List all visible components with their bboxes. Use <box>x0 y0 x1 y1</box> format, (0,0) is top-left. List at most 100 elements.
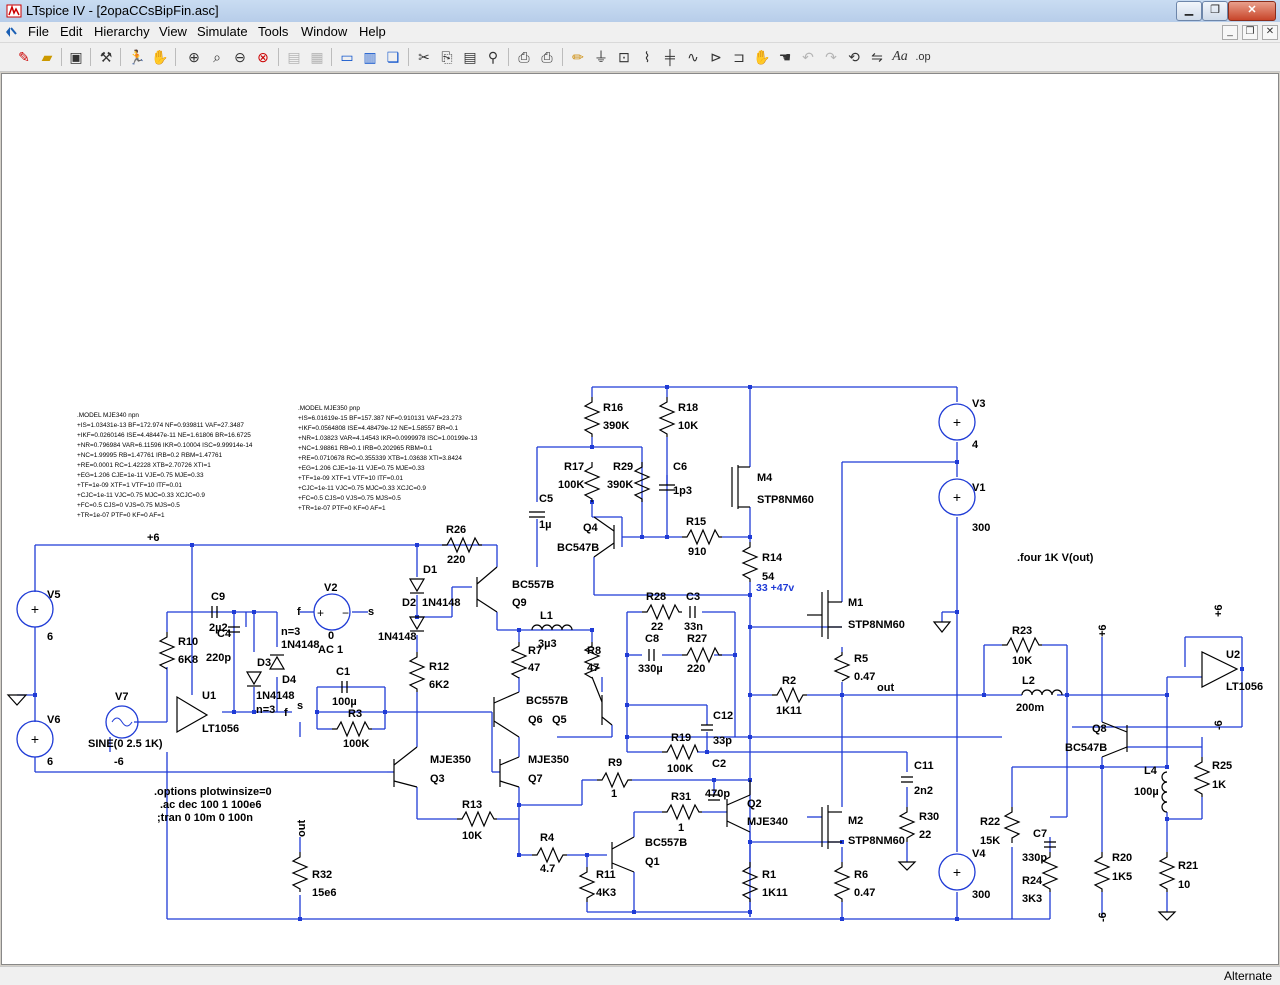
inductor-icon[interactable]: ∿ <box>683 47 703 67</box>
zoom-fit-icon[interactable]: ⊗ <box>253 47 273 67</box>
new-schematic-icon[interactable]: ✎ <box>14 47 34 67</box>
print-icon[interactable]: ⎙ <box>537 47 557 67</box>
minimize-button[interactable]: ▁ <box>1176 1 1202 21</box>
move-icon[interactable]: ✋ <box>752 47 772 67</box>
save-icon[interactable]: ▣ <box>66 47 86 67</box>
svg-text:+NR=0.796984 VAR=6.11596 IKR=0: +NR=0.796984 VAR=6.11596 IKR=0.10004 ISC… <box>77 442 253 449</box>
c6-name: C6 <box>673 461 687 473</box>
run-icon[interactable]: 🏃 <box>127 47 147 67</box>
c3-name: C3 <box>686 591 700 603</box>
label-net-icon[interactable]: ⊡ <box>614 47 634 67</box>
r18-val: 10K <box>678 420 698 432</box>
d4-n: n=3 <box>281 626 300 638</box>
menu-file[interactable]: File <box>28 24 49 39</box>
copy-icon[interactable]: ⎘ <box>437 47 457 67</box>
cut-icon[interactable]: ✂ <box>414 47 434 67</box>
spice-directive-icon[interactable]: .op <box>913 47 933 67</box>
q8-name: Q8 <box>1092 723 1107 735</box>
r22-name: R22 <box>980 816 1000 828</box>
plus6-label: +6 <box>147 532 160 544</box>
r32-name: R32 <box>312 869 332 881</box>
c4-name: C4 <box>217 628 232 640</box>
u2-neg: -6 <box>1213 720 1225 730</box>
v7-name: V7 <box>115 691 128 703</box>
svg-text:+TR=1e-07 PTF=0 KF=0 AF=1: +TR=1e-07 PTF=0 KF=0 AF=1 <box>298 505 386 512</box>
four-directive: .four 1K V(out) <box>1017 552 1094 564</box>
capacitor-icon[interactable]: ╪ <box>660 47 680 67</box>
q9-name: Q9 <box>512 597 527 609</box>
draw-wire-icon[interactable]: ✏ <box>568 47 588 67</box>
text-icon[interactable]: Aa <box>890 47 910 67</box>
svg-text:+NC=1.99995 RB=1.47761 IRB=0.2: +NC=1.99995 RB=1.47761 IRB=0.2 RBM=1.477… <box>77 452 223 459</box>
r20-name: R20 <box>1112 852 1132 864</box>
menu-view[interactable]: View <box>159 24 187 39</box>
document-icon[interactable] <box>4 24 20 40</box>
d1-val: 1N4148 <box>378 631 417 643</box>
c12-val: 33p <box>713 735 732 747</box>
r14-name: R14 <box>762 552 783 564</box>
menu-hierarchy[interactable]: Hierarchy <box>94 24 150 39</box>
cascade-icon[interactable]: ❏ <box>383 47 403 67</box>
svg-text:.MODEL MJE340 npn: .MODEL MJE340 npn <box>77 412 139 419</box>
close-button[interactable]: ✕ <box>1228 1 1276 21</box>
q4-name: Q4 <box>583 522 599 534</box>
grid-icon[interactable]: ▦ <box>307 47 327 67</box>
drag-icon[interactable]: ☚ <box>775 47 795 67</box>
menu-window[interactable]: Window <box>301 24 347 39</box>
f-net-label: f <box>284 707 288 719</box>
svg-text:+FC=0.5 CJS=0 VJS=0.75 MJS=0.5: +FC=0.5 CJS=0 VJS=0.75 MJS=0.5 <box>77 502 180 509</box>
paste-icon[interactable]: ▤ <box>460 47 480 67</box>
mdi-minimize-button[interactable]: _ <box>1222 25 1238 40</box>
v6-val: 6 <box>47 756 53 768</box>
tile-vertical-icon[interactable]: ▥ <box>360 47 380 67</box>
undo-icon[interactable]: ↶ <box>798 47 818 67</box>
diode-icon[interactable]: ⊳ <box>706 47 726 67</box>
menu-tools[interactable]: Tools <box>258 24 288 39</box>
menu-bar: File Edit Hierarchy View Simulate Tools … <box>0 22 1280 43</box>
mirror-icon[interactable]: ⇋ <box>867 47 887 67</box>
c8-name: C8 <box>645 633 659 645</box>
halt-icon[interactable]: ✋ <box>150 47 170 67</box>
menu-help[interactable]: Help <box>359 24 386 39</box>
zoom-out-icon[interactable]: ⊖ <box>230 47 250 67</box>
mdi-close-button[interactable]: ✕ <box>1262 25 1278 40</box>
svg-text:−: − <box>342 606 349 620</box>
print-preview-icon[interactable]: ⎙ <box>514 47 534 67</box>
r32-val: 15e6 <box>312 887 336 899</box>
tile-horizontal-icon[interactable]: ▭ <box>337 47 357 67</box>
restore-button[interactable]: ❐ <box>1202 1 1228 21</box>
zoom-in-icon[interactable]: ⊕ <box>184 47 204 67</box>
component-icon[interactable]: ⊐ <box>729 47 749 67</box>
r19-val: 100K <box>667 763 693 775</box>
autorange-icon[interactable]: ▤ <box>284 47 304 67</box>
redo-icon[interactable]: ↷ <box>821 47 841 67</box>
resistor-icon[interactable]: ⌇ <box>637 47 657 67</box>
v4-name: V4 <box>972 848 986 860</box>
svg-text:+RE=0.0001 RC=1.42228 XTB=2.70: +RE=0.0001 RC=1.42228 XTB=2.70726 XTI=1 <box>77 462 211 469</box>
schematic-canvas[interactable]: + − V3 4 V1 300 V4 300 V5 6 V6 6 -6 V7 S… <box>1 73 1279 965</box>
find-icon[interactable]: ⚲ <box>483 47 503 67</box>
svg-text:+TF=1e-09 XTF=1 VTF=10 ITF=0.0: +TF=1e-09 XTF=1 VTF=10 ITF=0.01 <box>298 475 403 482</box>
transistors <box>393 465 1128 873</box>
q2-val: MJE340 <box>747 816 788 828</box>
c11-val: 2n2 <box>914 785 933 797</box>
v2-val: 0 <box>328 630 334 642</box>
r13-name: R13 <box>462 799 482 811</box>
q2-name: Q2 <box>747 798 762 810</box>
r5-val: 0.47 <box>854 671 875 683</box>
pan-icon[interactable]: ⌕ <box>207 47 227 67</box>
control-panel-icon[interactable]: ⚒ <box>96 47 116 67</box>
svg-text:+CJC=1e-11 VJC=0.75 MJC=0.33 X: +CJC=1e-11 VJC=0.75 MJC=0.33 XCJC=0.9 <box>298 485 426 492</box>
q8-pos: +6 <box>1097 624 1109 637</box>
r5-name: R5 <box>854 653 868 665</box>
ground-icon[interactable]: ⏚ <box>591 47 611 67</box>
v7-val: SINE(0 2.5 1K) <box>88 738 163 750</box>
menu-edit[interactable]: Edit <box>60 24 82 39</box>
q9-val: BC557B <box>512 579 554 591</box>
r22-val: 15K <box>980 835 1000 847</box>
d2-name: D2 <box>402 597 416 609</box>
mdi-restore-button[interactable]: ❐ <box>1242 25 1258 40</box>
rotate-icon[interactable]: ⟲ <box>844 47 864 67</box>
menu-simulate[interactable]: Simulate <box>197 24 248 39</box>
open-folder-icon[interactable]: ▰ <box>37 47 57 67</box>
